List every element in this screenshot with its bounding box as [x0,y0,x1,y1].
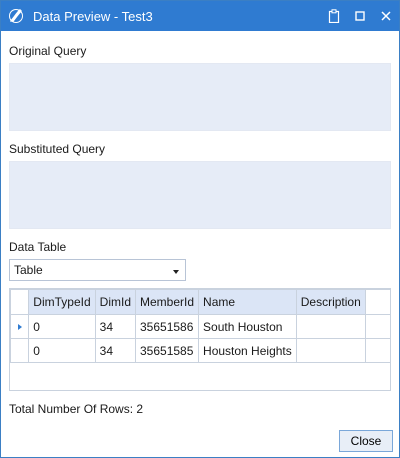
table-cell[interactable] [295,338,366,363]
table-cell[interactable]: South Houston [198,314,297,339]
current-row-icon [11,315,28,338]
substituted-query-label: Substituted Query [9,142,106,156]
substituted-query-box[interactable] [9,161,391,229]
title-bar: Data Preview - Test3 [1,1,399,31]
column-header-dimtypeid[interactable]: DimTypeId [28,289,96,315]
table-cell[interactable]: 34 [94,338,137,363]
row-selector[interactable] [9,338,30,363]
table-row[interactable]: 0 34 35651586 South Houston [9,314,390,339]
table-cell[interactable]: 34 [94,314,137,339]
column-header-dimid[interactable]: DimId [94,289,137,315]
table-cell[interactable]: 0 [28,338,96,363]
chevron-down-icon [171,266,181,276]
table-filler-cell [364,338,390,363]
table-cell[interactable]: 35651585 [134,338,200,363]
data-grid: DimTypeId DimId MemberId Name Descriptio… [9,288,391,391]
data-preview-window: Data Preview - Test3 Original Query Subs… [0,0,400,458]
window-title: Data Preview - Test3 [33,8,153,24]
row-selector[interactable] [9,314,30,339]
data-table-select[interactable]: Table [9,259,186,281]
data-table-label: Data Table [9,240,67,254]
table-cell[interactable]: Houston Heights [198,338,297,363]
close-icon[interactable] [379,9,393,23]
table-filler-cell [364,314,390,339]
column-header-description[interactable]: Description [295,289,366,315]
original-query-box[interactable] [9,63,391,131]
column-header-memberid[interactable]: MemberId [134,289,200,315]
maximize-icon[interactable] [353,9,367,23]
clipboard-icon[interactable] [327,9,341,23]
app-logo-icon [7,7,25,25]
data-table-select-value: Table [14,263,43,277]
table-row[interactable]: 0 34 35651585 Houston Heights [9,338,390,363]
data-table: DimTypeId DimId MemberId Name Descriptio… [9,289,390,363]
table-cell[interactable] [295,314,366,339]
column-header-name[interactable]: Name [198,289,297,315]
column-header-filler [364,289,390,315]
total-rows-text: Total Number Of Rows: 2 [9,402,144,416]
original-query-label: Original Query [9,44,87,58]
window-controls [327,1,393,31]
close-button[interactable]: Close [339,430,393,452]
table-cell[interactable]: 35651586 [134,314,200,339]
table-cell[interactable]: 0 [28,314,96,339]
table-header-row: DimTypeId DimId MemberId Name Descriptio… [9,289,390,315]
row-header-corner [9,289,30,315]
